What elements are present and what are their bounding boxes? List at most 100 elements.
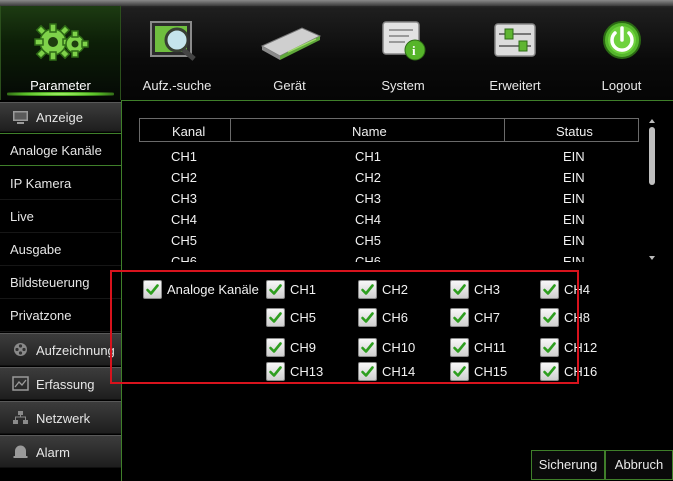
checkbox-box[interactable] bbox=[358, 280, 377, 299]
table-row[interactable]: CH1 CH1 EIN bbox=[139, 147, 639, 168]
gears-icon bbox=[33, 23, 89, 61]
sidebar-item-live[interactable]: Live bbox=[0, 200, 122, 233]
checkbox-box[interactable] bbox=[266, 280, 285, 299]
column-divider bbox=[230, 119, 231, 141]
tab-device[interactable]: Gerät bbox=[233, 6, 346, 100]
tab-label: Logout bbox=[601, 78, 642, 93]
check-mark-icon bbox=[453, 342, 466, 353]
checkbox-box[interactable] bbox=[540, 280, 559, 299]
top-toolbar: Parameter Aufz.-suche Gerät i System Erw… bbox=[0, 0, 673, 100]
cell-name: CH1 bbox=[355, 149, 382, 164]
checkbox-box[interactable] bbox=[450, 280, 469, 299]
tab-label: Parameter bbox=[30, 78, 91, 93]
table-scrollbar[interactable] bbox=[646, 118, 658, 262]
scroll-up-arrow-icon[interactable] bbox=[649, 119, 655, 123]
network-icon bbox=[13, 411, 28, 424]
tab-logout[interactable]: Logout bbox=[570, 6, 673, 100]
checkbox-box[interactable] bbox=[540, 308, 559, 327]
scrollbar-thumb[interactable] bbox=[649, 127, 655, 185]
checkbox-channel-11[interactable]: CH11 bbox=[450, 338, 520, 358]
table-row[interactable]: CH5 CH5 EIN bbox=[139, 231, 639, 252]
cancel-button[interactable]: Abbruch bbox=[605, 450, 673, 480]
sidebar-item-analog-channels[interactable]: Analoge Kanäle bbox=[0, 133, 122, 166]
checkbox-channel-13[interactable]: CH13 bbox=[266, 362, 336, 382]
sidebar-section-alarm[interactable]: Alarm bbox=[0, 435, 122, 468]
checkbox-channel-5[interactable]: CH5 bbox=[266, 308, 336, 328]
cell-status: EIN bbox=[563, 212, 585, 227]
checkbox-label: CH15 bbox=[474, 364, 508, 379]
column-divider bbox=[504, 119, 505, 141]
sidebar-section-recording[interactable]: Aufzeichnung bbox=[0, 333, 122, 366]
checkbox-box[interactable] bbox=[450, 362, 469, 381]
check-mark-icon bbox=[453, 366, 466, 377]
checkbox-box[interactable] bbox=[266, 362, 285, 381]
checkbox-channel-1[interactable]: CH1 bbox=[266, 280, 336, 300]
checkbox-box[interactable] bbox=[266, 338, 285, 357]
sidebar-section-display[interactable]: Anzeige bbox=[0, 102, 122, 132]
sidebar-item-label: IP Kamera bbox=[10, 176, 72, 191]
cell-name: CH5 bbox=[355, 233, 382, 248]
checkbox-channel-8[interactable]: CH8 bbox=[540, 308, 610, 328]
checkbox-channel-9[interactable]: CH9 bbox=[266, 338, 336, 358]
check-mark-icon bbox=[453, 284, 466, 295]
sidebar-item-output[interactable]: Ausgabe bbox=[0, 233, 122, 266]
sidebar-section-capture[interactable]: Erfassung bbox=[0, 367, 122, 400]
checkbox-channel-3[interactable]: CH3 bbox=[450, 280, 520, 300]
checkbox-box[interactable] bbox=[450, 338, 469, 357]
checkbox-label: CH12 bbox=[564, 340, 598, 355]
checkbox-channel-12[interactable]: CH12 bbox=[540, 338, 610, 358]
sidebar-section-network[interactable]: Netzwerk bbox=[0, 401, 122, 434]
column-header-status: Status bbox=[556, 124, 593, 139]
check-mark-icon bbox=[269, 284, 282, 295]
sidebar-item-label: Bildsteuerung bbox=[10, 275, 90, 290]
checkbox-label: CH7 bbox=[474, 310, 501, 325]
system-info-icon: i bbox=[382, 21, 426, 61]
hard-drive-icon bbox=[260, 27, 321, 60]
checkbox-all-analog-channels[interactable]: Analoge Kanäle bbox=[143, 280, 263, 300]
backup-button[interactable]: Sicherung bbox=[531, 450, 605, 480]
checkbox-channel-6[interactable]: CH6 bbox=[358, 308, 428, 328]
checkbox-box[interactable] bbox=[266, 308, 285, 327]
checkbox-channel-2[interactable]: CH2 bbox=[358, 280, 428, 300]
checkbox-label: CH5 bbox=[290, 310, 317, 325]
tab-label: System bbox=[381, 78, 425, 93]
tab-parameter[interactable]: Parameter bbox=[0, 6, 121, 100]
power-icon bbox=[602, 21, 641, 59]
checkbox-label: CH4 bbox=[564, 282, 591, 297]
cell-channel: CH1 bbox=[171, 149, 198, 164]
column-header-channel: Kanal bbox=[172, 124, 206, 139]
sidebar-item-privacy-zone[interactable]: Privatzone bbox=[0, 299, 122, 332]
cell-status: EIN bbox=[563, 170, 585, 185]
checkbox-box[interactable] bbox=[450, 308, 469, 327]
checkbox-box[interactable] bbox=[358, 308, 377, 327]
checkbox-box[interactable] bbox=[358, 338, 377, 357]
checkbox-box[interactable] bbox=[358, 362, 377, 381]
checkbox-channel-10[interactable]: CH10 bbox=[358, 338, 428, 358]
checkbox-channel-14[interactable]: CH14 bbox=[358, 362, 428, 382]
sidebar-item-ip-camera[interactable]: IP Kamera bbox=[0, 167, 122, 200]
checkbox-label: CH13 bbox=[290, 364, 324, 379]
checkbox-box[interactable] bbox=[540, 362, 559, 381]
checkbox-box[interactable] bbox=[540, 338, 559, 357]
sidebar-item-image-control[interactable]: Bildsteuerung bbox=[0, 266, 122, 299]
checkbox-channel-15[interactable]: CH15 bbox=[450, 362, 520, 382]
checkbox-channel-4[interactable]: CH4 bbox=[540, 280, 610, 300]
check-mark-icon bbox=[453, 312, 466, 323]
checkbox-label: CH3 bbox=[474, 282, 501, 297]
table-row[interactable]: CH6 CH6 EIN bbox=[139, 252, 639, 262]
table-row[interactable]: CH2 CH2 EIN bbox=[139, 168, 639, 189]
checkbox-box[interactable] bbox=[143, 280, 162, 299]
sliders-icon bbox=[494, 23, 536, 57]
checkbox-channel-7[interactable]: CH7 bbox=[450, 308, 520, 328]
sidebar-item-label: Live bbox=[10, 209, 34, 224]
cell-status: EIN bbox=[563, 254, 585, 262]
checkbox-channel-16[interactable]: CH16 bbox=[540, 362, 610, 382]
table-row[interactable]: CH4 CH4 EIN bbox=[139, 210, 639, 231]
tab-record-search[interactable]: Aufz.-suche bbox=[121, 6, 233, 100]
sidebar: Anzeige Analoge Kanäle IP Kamera Live Au… bbox=[0, 100, 122, 481]
tab-advanced[interactable]: Erweitert bbox=[460, 6, 570, 100]
table-row[interactable]: CH3 CH3 EIN bbox=[139, 189, 639, 210]
tab-system[interactable]: i System bbox=[346, 6, 460, 100]
cell-channel: CH6 bbox=[171, 254, 198, 262]
scroll-down-arrow-icon[interactable] bbox=[649, 256, 655, 260]
